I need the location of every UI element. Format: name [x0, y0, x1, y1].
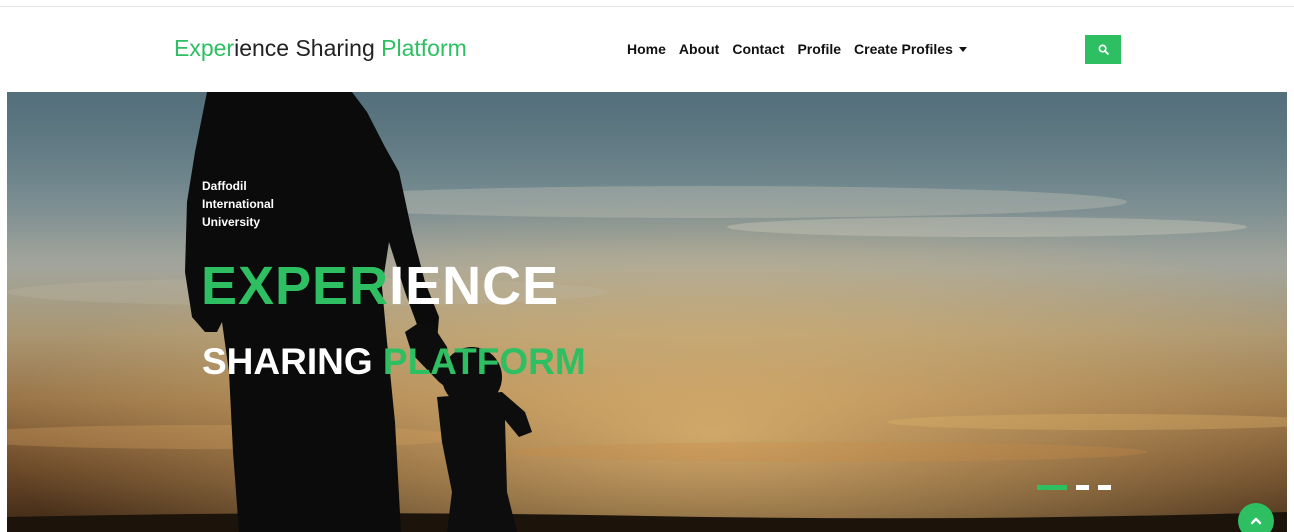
- chevron-up-icon: [1250, 517, 1262, 525]
- main-nav: Home About Contact Profile Create Profil…: [627, 41, 967, 57]
- carousel-indicator-1[interactable]: [1037, 485, 1067, 490]
- hero-slider: Daffodil International University EXPERI…: [7, 92, 1287, 532]
- nav-about[interactable]: About: [679, 41, 719, 57]
- brand-part-3: Platform: [381, 35, 467, 61]
- carousel-indicators: [1037, 485, 1111, 490]
- brand-logo[interactable]: Experience Sharing Platform: [174, 35, 467, 62]
- caret-down-icon: [958, 47, 967, 52]
- hero-subtitle: SHARING PLATFORM: [202, 341, 586, 383]
- carousel-indicator-2[interactable]: [1076, 485, 1089, 490]
- nav-profile[interactable]: Profile: [797, 41, 841, 57]
- navbar: Experience Sharing Platform Home About C…: [0, 7, 1294, 92]
- university-name: Daffodil International University: [202, 177, 274, 231]
- nav-create-profiles-dropdown[interactable]: Create Profiles: [854, 41, 967, 57]
- nav-home[interactable]: Home: [627, 41, 666, 57]
- hero-background-image: [7, 92, 1287, 532]
- university-line-2: International: [202, 197, 275, 211]
- search-button[interactable]: [1085, 35, 1121, 64]
- hero-subtitle-white: SHARING: [202, 341, 383, 382]
- search-icon: [1098, 44, 1109, 55]
- hero-title-white: IENCE: [389, 256, 560, 316]
- brand-part-1: Exper: [174, 35, 235, 61]
- nav-create-profiles-label: Create Profiles: [854, 41, 953, 57]
- hero-title: EXPERIENCE: [201, 255, 559, 317]
- university-line-3: University: [202, 215, 261, 229]
- hero-subtitle-green: PLATFORM: [382, 341, 586, 382]
- brand-part-2: ience Sharing: [234, 35, 382, 61]
- university-line-1: Daffodil: [202, 179, 247, 193]
- back-to-top-button[interactable]: [1238, 503, 1274, 532]
- hero-title-green: EXPER: [201, 256, 390, 316]
- carousel-indicator-3[interactable]: [1098, 485, 1111, 490]
- nav-contact[interactable]: Contact: [732, 41, 784, 57]
